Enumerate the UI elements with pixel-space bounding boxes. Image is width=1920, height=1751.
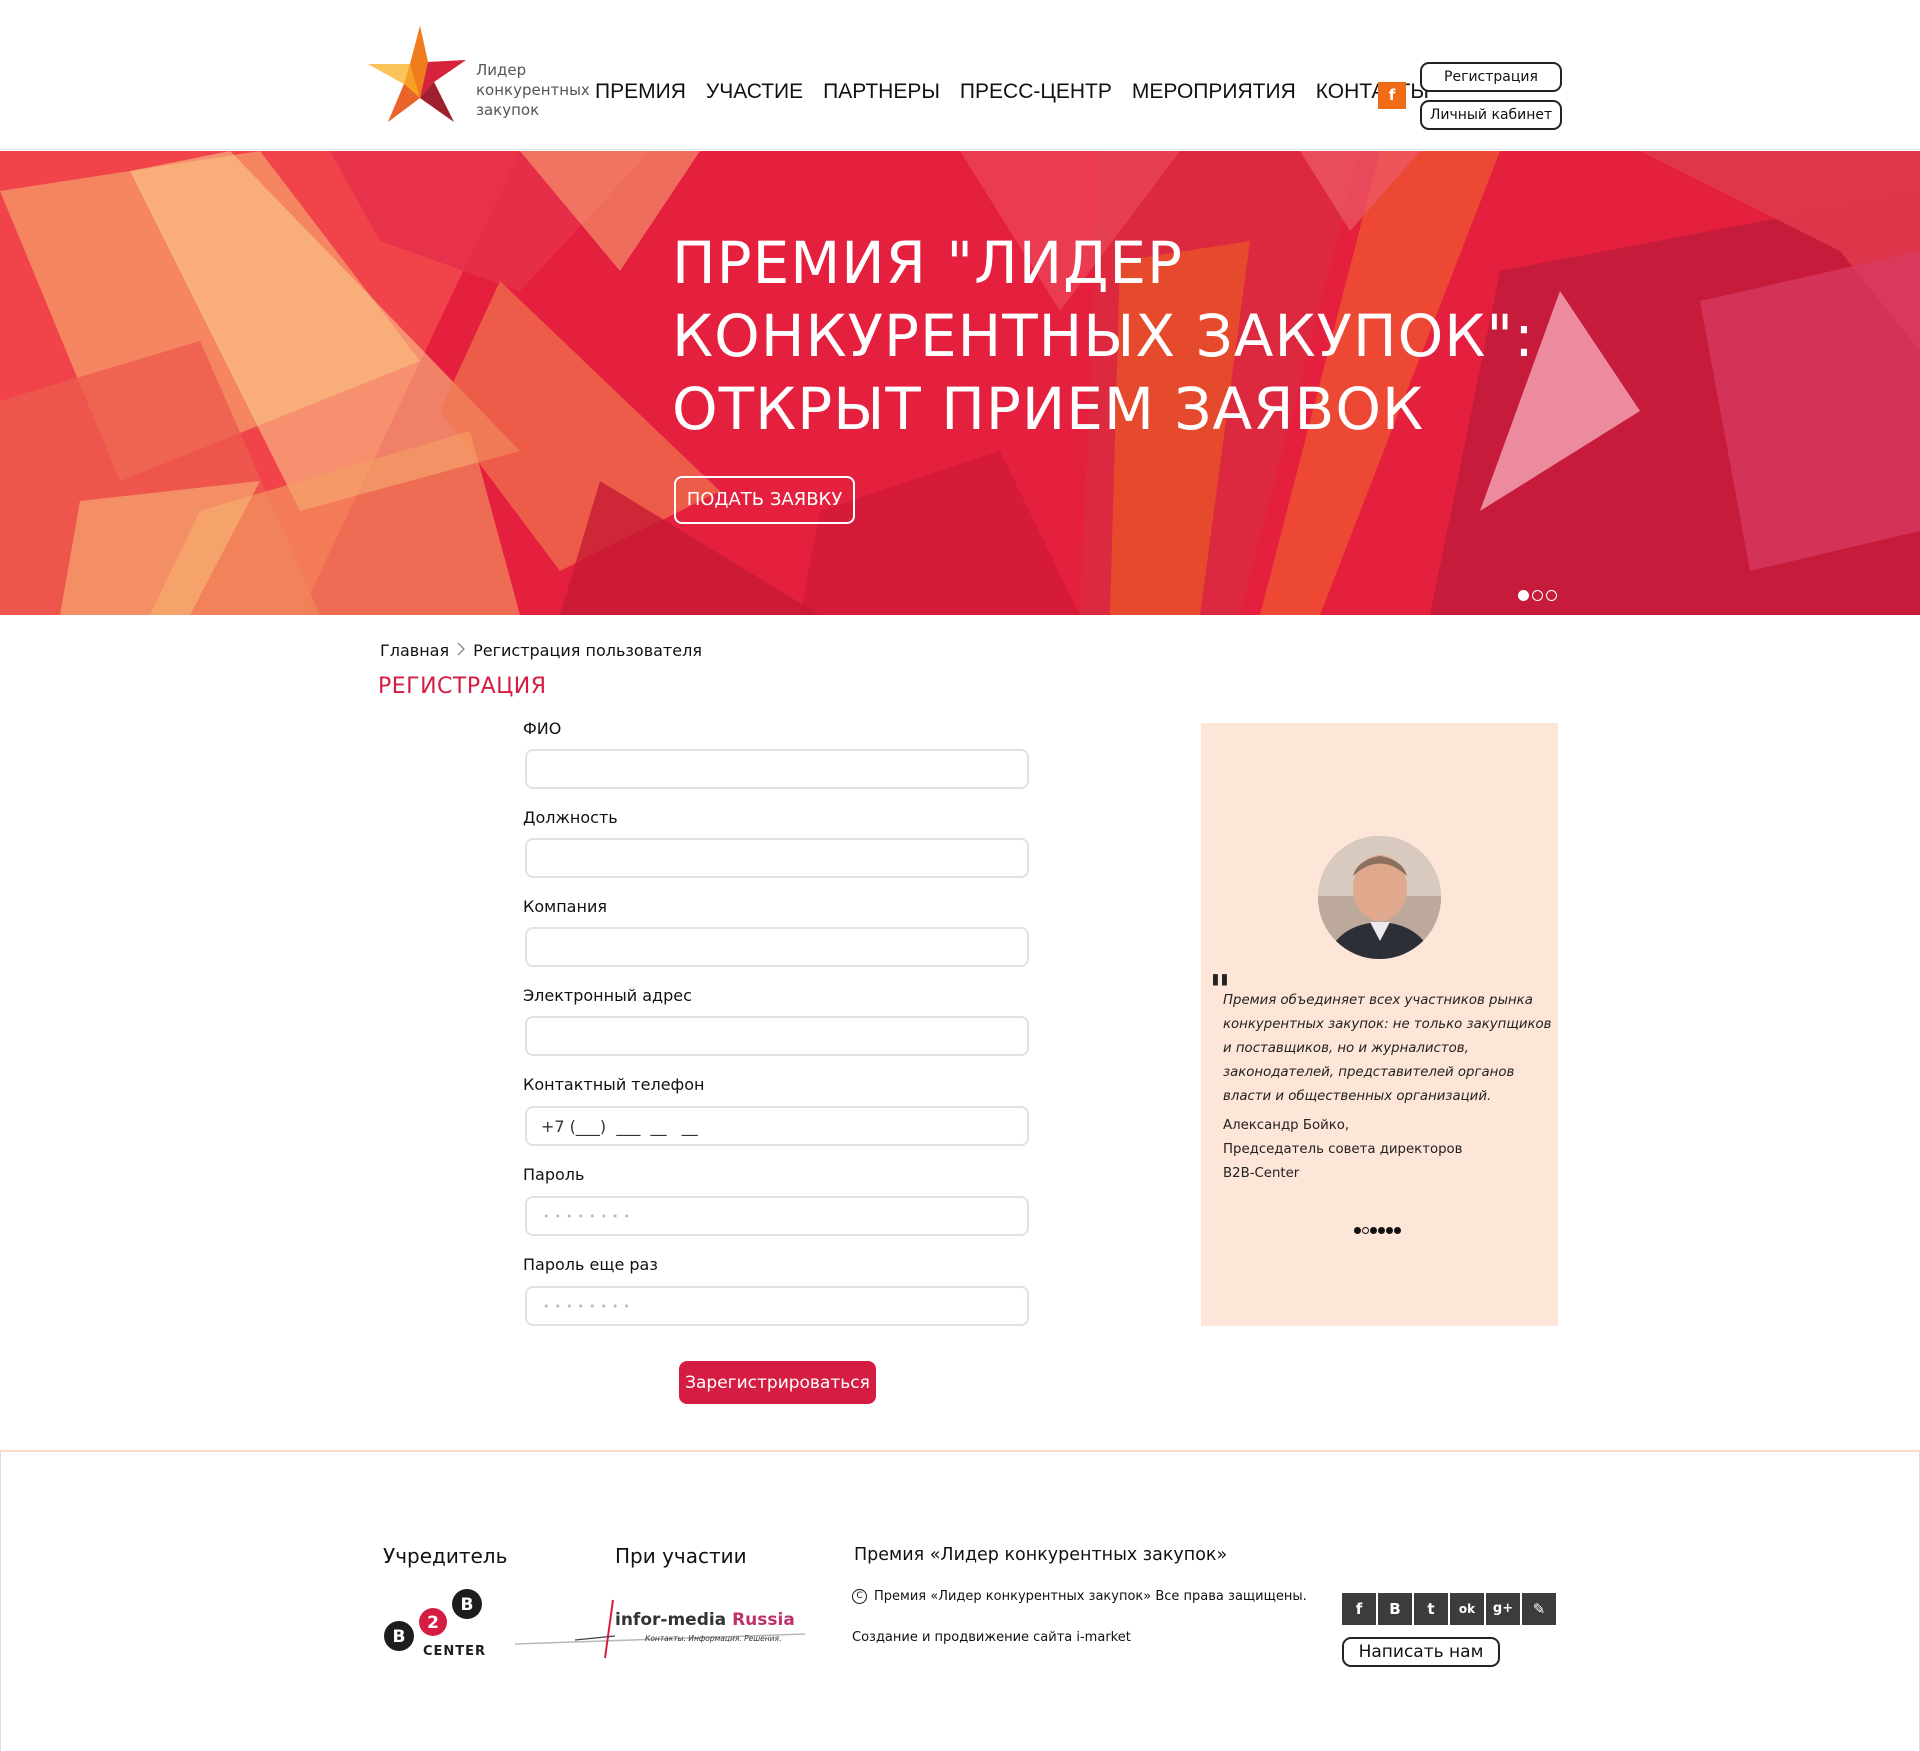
password-repeat-label: Пароль еще раз [523,1255,658,1274]
slider-dot-1[interactable] [1518,590,1529,601]
submit-button[interactable]: Зарегистрироваться [679,1361,876,1404]
email-label: Электронный адрес [523,986,692,1005]
chevron-right-icon [457,641,465,660]
register-button[interactable]: Регистрация [1420,62,1562,92]
company-input[interactable] [525,927,1029,967]
hero-title-line-2: КОНКУРЕНТНЫХ ЗАКУПОК": [672,302,1535,370]
avatar [1318,836,1441,959]
quote-dot-5[interactable] [1386,1227,1393,1234]
svg-text:B: B [393,1627,406,1647]
google-plus-icon[interactable]: g+ [1486,1593,1520,1625]
copyright-line: C Премия «Лидер конкурентных закупок» Вс… [852,1589,1307,1604]
fio-label: ФИО [523,719,562,738]
credits-text[interactable]: Создание и продвижение сайта i-market [852,1630,1131,1645]
quote-dot-3[interactable] [1370,1227,1377,1234]
star-logo-icon [368,26,466,122]
phone-label: Контактный телефон [523,1075,705,1094]
breadcrumb-home[interactable]: Главная [380,641,449,660]
quote-dot-6[interactable] [1394,1227,1401,1234]
odnoklassniki-icon[interactable]: ok [1450,1593,1484,1625]
logo-line-2: конкурентных [476,81,590,99]
nav-item-meropriyatiya[interactable]: МЕРОПРИЯТИЯ [1132,80,1296,104]
quote-dot-1[interactable] [1354,1227,1361,1234]
infor-media-main: infor-media [615,1610,727,1630]
phone-input[interactable] [525,1106,1029,1146]
social-links: f В t ok g+ ✎ [1342,1593,1556,1625]
quote-panel: " Премия объединяет всех участников рынк… [1201,723,1558,1326]
hero-title-line-3: ОТКРЫТ ПРИЕМ ЗАЯВОК [672,375,1425,443]
nav-item-kontakty[interactable]: КОНТАКТЫ [1316,80,1429,104]
quote-author: Александр Бойко, Председатель совета дир… [1223,1114,1543,1186]
hero-banner: ПРЕМИЯ "ЛИДЕР КОНКУРЕНТНЫХ ЗАКУПОК": ОТК… [0,151,1920,615]
logo-line-3: закупок [476,101,540,119]
infor-media-logo[interactable]: infor-media Russia Контакты. Информация.… [514,1592,806,1660]
b2b-center-logo[interactable]: B 2 B CENTER [383,1588,488,1660]
breadcrumb: Главная Регистрация пользователя [380,641,702,660]
page-title: РЕГИСТРАЦИЯ [378,674,547,699]
password-input[interactable] [525,1196,1029,1236]
author-name: Александр Бойко, [1223,1118,1350,1133]
apply-button[interactable]: ПОДАТЬ ЗАЯВКУ [674,476,855,524]
cabinet-button[interactable]: Личный кабинет [1420,100,1562,130]
infor-media-text: infor-media Russia [615,1610,795,1630]
vkontakte-icon[interactable]: В [1378,1593,1412,1625]
facebook-icon[interactable]: f [1378,82,1406,109]
password-repeat-input[interactable] [525,1286,1029,1326]
author-company: B2B-Center [1223,1166,1300,1181]
livejournal-icon[interactable]: ✎ [1522,1593,1556,1625]
main-nav: ПРЕМИЯ УЧАСТИЕ ПАРТНЕРЫ ПРЕСС-ЦЕНТР МЕРО… [595,80,1449,104]
svg-text:2: 2 [427,1613,439,1633]
quote-text: Премия объединяет всех участников рынка … [1223,993,1552,1104]
hero-slider-dots [1518,590,1557,601]
password-label: Пароль [523,1165,585,1184]
svg-text:B: B [461,1595,474,1615]
founder-title: Учредитель [383,1544,508,1568]
password-repeat-field: •••••••• [525,1286,1029,1326]
site-header: Лидер конкурентных закупок ПРЕМИЯ УЧАСТИ… [0,0,1920,150]
nav-item-premiya[interactable]: ПРЕМИЯ [595,80,686,104]
nav-item-press-center[interactable]: ПРЕСС-ЦЕНТР [960,80,1112,104]
site-footer: Учредитель B 2 B CENTER При участии info… [0,1450,1920,1751]
author-role: Председатель совета директоров [1223,1142,1463,1157]
facebook-icon[interactable]: f [1342,1593,1376,1625]
participation-title: При участии [615,1544,747,1568]
twitter-icon[interactable]: t [1414,1593,1448,1625]
quote-slider-dots [1354,1227,1401,1234]
logo[interactable]: Лидер конкурентных закупок [368,26,590,126]
nav-item-uchastie[interactable]: УЧАСТИЕ [706,80,803,104]
hero-title: ПРЕМИЯ "ЛИДЕР КОНКУРЕНТНЫХ ЗАКУПОК": ОТК… [672,227,1572,446]
position-input[interactable] [525,838,1029,878]
infor-media-slogan: Контакты. Информация. Решения. [645,1634,782,1643]
slider-dot-3[interactable] [1546,590,1557,601]
nav-item-partnery[interactable]: ПАРТНЕРЫ [823,80,940,104]
quote-dot-4[interactable] [1378,1227,1385,1234]
logo-line-1: Лидер [476,61,527,79]
position-label: Должность [523,808,618,827]
infor-media-accent: Russia [732,1610,795,1630]
fio-input[interactable] [525,749,1029,789]
breadcrumb-current: Регистрация пользователя [473,641,702,660]
award-title: Премия «Лидер конкурентных закупок» [854,1545,1228,1565]
slider-dot-2[interactable] [1532,590,1543,601]
company-label: Компания [523,897,607,916]
hero-title-line-1: ПРЕМИЯ "ЛИДЕР [672,229,1184,297]
copyright-text: Премия «Лидер конкурентных закупок» Все … [874,1589,1307,1604]
copyright-icon: C [852,1589,867,1604]
write-us-button[interactable]: Написать нам [1342,1637,1500,1667]
quote-dot-2[interactable] [1362,1227,1369,1234]
password-field: •••••••• [525,1196,1029,1236]
email-input[interactable] [525,1016,1029,1056]
logo-text: Лидер конкурентных закупок [476,60,590,120]
b2b-logo-text: CENTER [423,1644,487,1659]
